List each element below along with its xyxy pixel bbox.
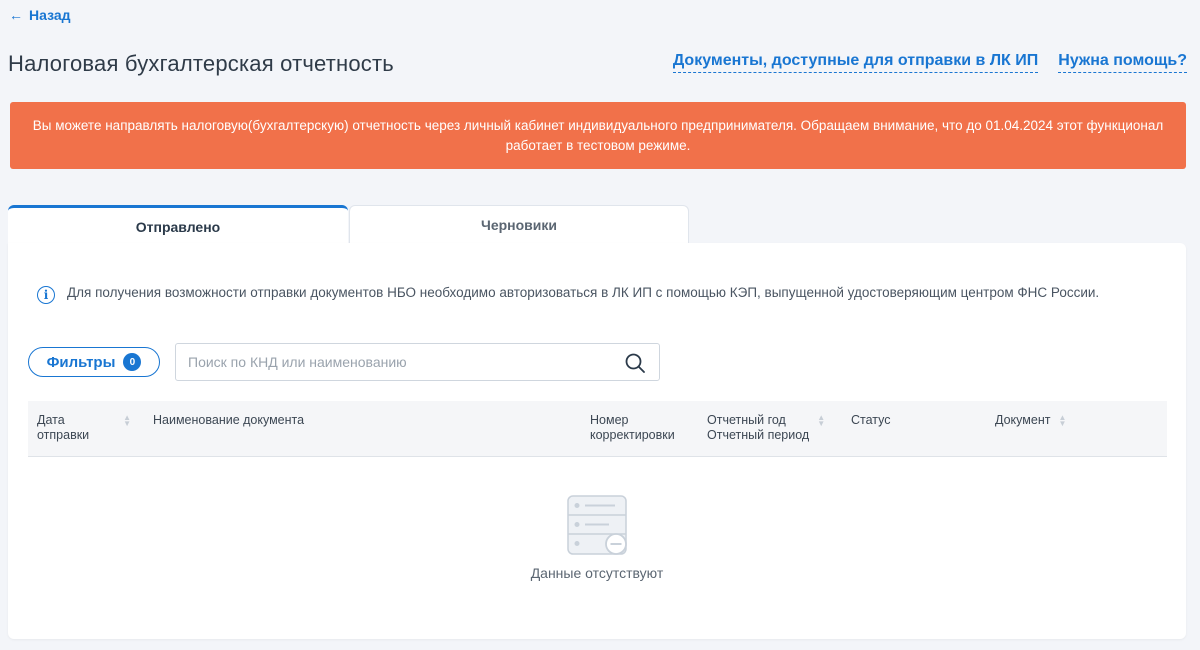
empty-state-text: Данные отсутствуют	[530, 565, 664, 581]
column-header-send-date[interactable]: Дата отправки ▲ ▼	[37, 413, 131, 443]
page-title: Налоговая бухгалтерская отчетность	[8, 51, 394, 76]
tabs: Отправлено Черновики	[8, 205, 689, 245]
search-box	[175, 343, 660, 381]
tab-sent-label: Отправлено	[135, 218, 221, 235]
column-header-send-date-line2: отправки	[37, 428, 90, 442]
help-link[interactable]: Нужна помощь?	[1058, 52, 1187, 73]
filters-count-badge: 0	[123, 353, 142, 371]
column-header-send-date-line1: Дата	[37, 413, 65, 427]
documents-link[interactable]: Документы, доступные для отправки в ЛК И…	[672, 52, 1039, 73]
column-header-document-label: Документ	[995, 413, 1051, 427]
sort-icon[interactable]: ▲ ▼	[123, 414, 131, 443]
column-header-correction-line1: Номер	[590, 413, 629, 427]
arrow-left-icon: ←	[9, 7, 23, 23]
info-text: Для получения возможности отправки докум…	[67, 285, 1100, 300]
content-panel: i Для получения возможности отправки док…	[8, 243, 1186, 639]
search-input[interactable]	[176, 344, 596, 380]
header-links: Документы, доступные для отправки в ЛК И…	[672, 52, 1187, 73]
info-icon: i	[37, 286, 55, 304]
search-icon[interactable]	[625, 353, 645, 373]
column-header-document[interactable]: Документ ▲ ▼	[995, 413, 1066, 428]
filters-button[interactable]: Фильтры 0	[28, 347, 160, 377]
sort-icon[interactable]: ▲ ▼	[1058, 414, 1066, 428]
alert-text: Вы можете направлять налоговую(бухгалтер…	[32, 117, 1164, 153]
column-header-document-name-label: Наименование документа	[153, 413, 305, 427]
filters-label: Фильтры	[46, 353, 116, 371]
column-header-correction-number: Номер корректировки	[590, 413, 675, 443]
alert-banner: Вы можете направлять налоговую(бухгалтер…	[10, 102, 1186, 169]
column-header-report-period-line1: Отчетный год	[707, 413, 786, 427]
column-header-status: Статус	[851, 413, 891, 428]
table-header: Дата отправки ▲ ▼ Наименование документа …	[28, 401, 1167, 457]
column-header-document-name: Наименование документа	[153, 413, 304, 428]
empty-list-icon	[567, 495, 627, 555]
tab-drafts-label: Черновики	[480, 216, 557, 233]
column-header-report-period-line2: Отчетный период	[707, 428, 810, 442]
back-label: Назад	[29, 7, 71, 23]
back-link[interactable]: ← Назад	[9, 7, 71, 23]
tab-drafts[interactable]: Черновики	[349, 205, 689, 243]
info-notice: i Для получения возможности отправки док…	[37, 284, 1127, 304]
column-header-status-label: Статус	[851, 413, 891, 427]
sort-icon[interactable]: ▲ ▼	[817, 414, 825, 443]
column-header-correction-line2: корректировки	[590, 428, 675, 442]
empty-state: Данные отсутствуют	[8, 493, 1186, 581]
tab-sent[interactable]: Отправлено	[8, 205, 348, 245]
column-header-report-period[interactable]: Отчетный год Отчетный период ▲ ▼	[707, 413, 825, 443]
